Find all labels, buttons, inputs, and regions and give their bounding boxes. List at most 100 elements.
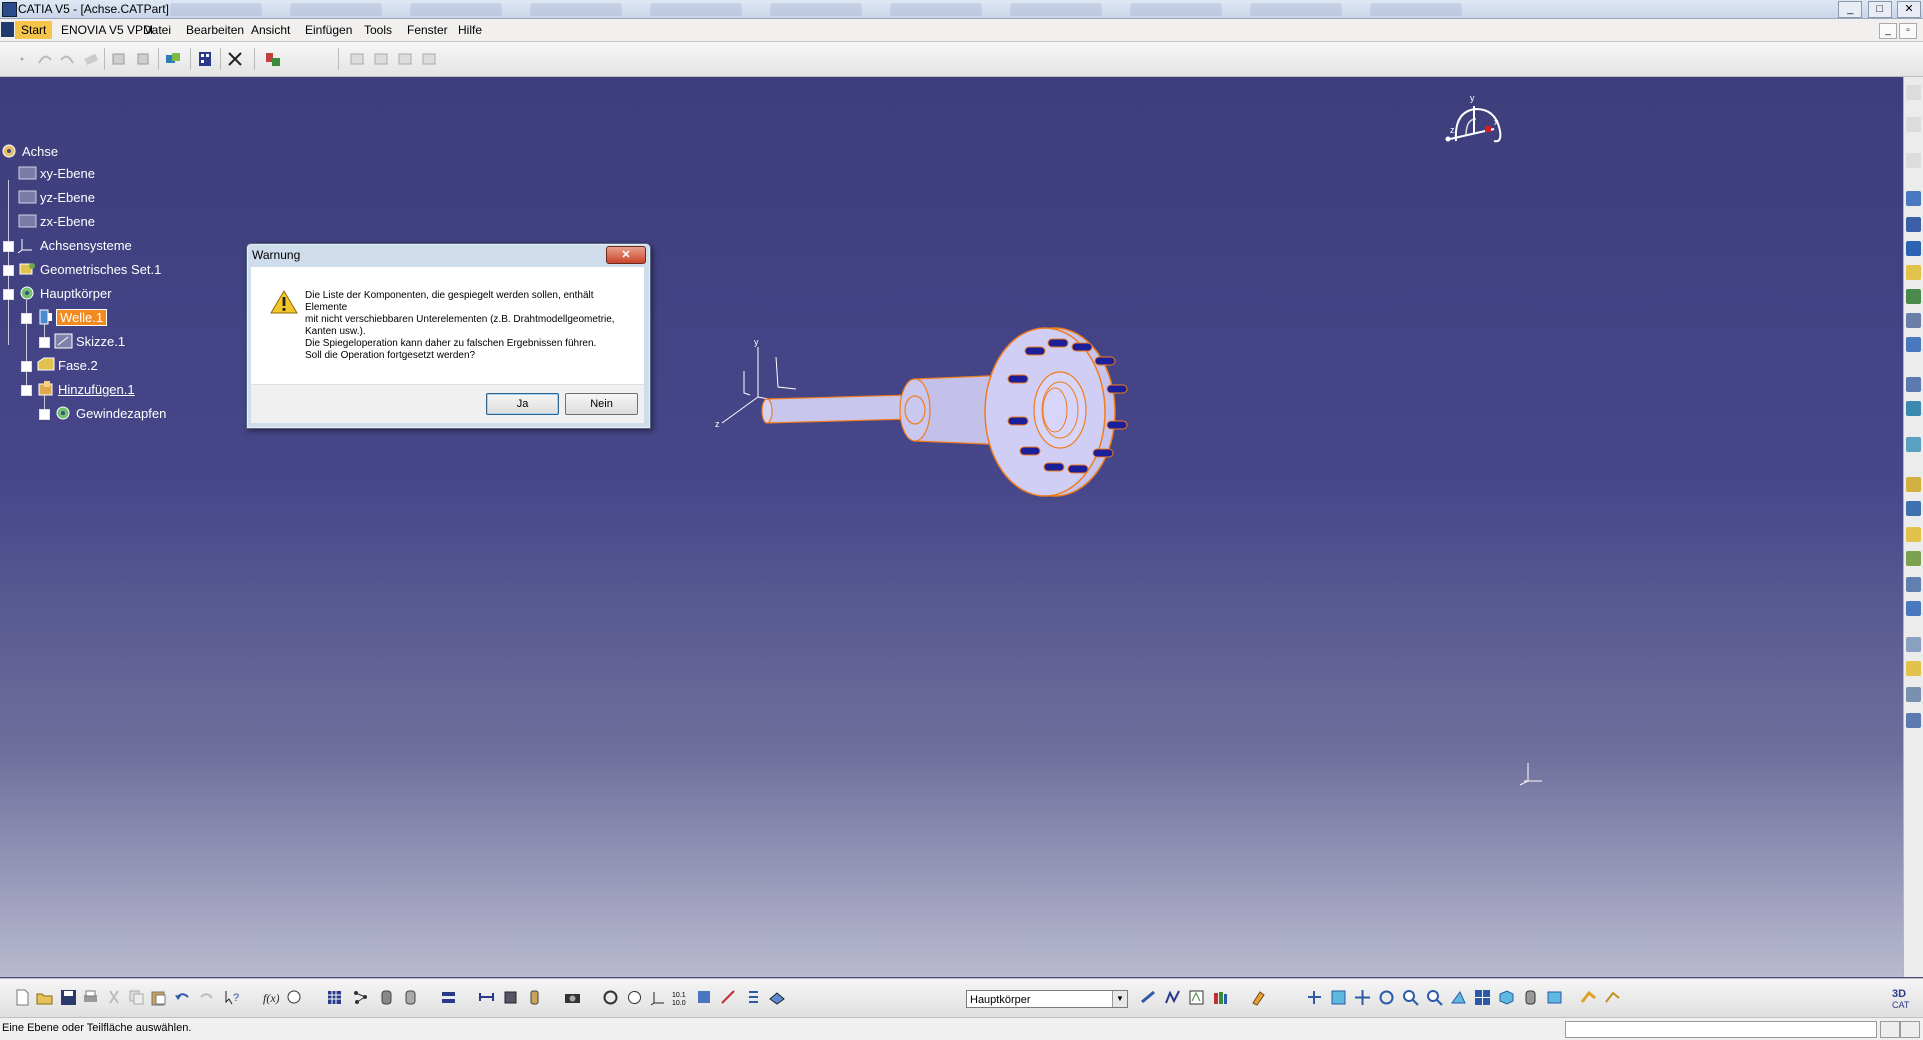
mdi-restore-button[interactable]: ▫ [1899, 23, 1917, 39]
select-icon[interactable] [1330, 989, 1347, 1006]
rt-tool-21-icon[interactable] [1906, 661, 1921, 676]
redo-icon[interactable] [198, 989, 215, 1006]
zoom-in-icon[interactable] [1402, 989, 1419, 1006]
inertia-icon[interactable] [502, 989, 519, 1006]
expand-toggle[interactable] [3, 241, 14, 252]
rt-tool-3-icon[interactable] [1906, 153, 1921, 168]
pocket-icon[interactable] [110, 50, 128, 68]
knowledge-icon[interactable] [286, 989, 303, 1006]
cut-icon[interactable] [106, 989, 123, 1006]
surface-op1-icon[interactable] [348, 50, 366, 68]
body-select-dropdown[interactable]: Hauptkörper ▼ [966, 990, 1128, 1008]
scale-icon[interactable]: 10.110.0 [672, 989, 689, 1006]
swap-icon[interactable] [440, 989, 457, 1006]
undo-icon[interactable] [174, 989, 191, 1006]
menu-tools[interactable]: Tools [364, 23, 392, 37]
tool-palette-icon[interactable] [1250, 989, 1267, 1006]
bolt-icon[interactable] [378, 989, 395, 1006]
sketcher-icon[interactable] [1580, 989, 1597, 1006]
rt-tool-17-icon[interactable] [1906, 551, 1921, 566]
collapse-toggle[interactable] [3, 289, 14, 300]
surface-op3-icon[interactable] [396, 50, 414, 68]
list-icon[interactable] [744, 989, 761, 1006]
print-icon[interactable] [82, 989, 99, 1006]
save-icon[interactable] [60, 989, 77, 1006]
formula-icon[interactable]: f(x) [262, 989, 279, 1006]
rt-tool-15-icon[interactable] [1906, 501, 1921, 516]
rt-tool-11-icon[interactable] [1906, 377, 1921, 392]
mdi-minimize-button[interactable]: _ [1879, 23, 1897, 39]
view-dropdown-icon[interactable] [696, 989, 713, 1006]
rt-tool-22-icon[interactable] [1906, 687, 1921, 702]
axis-view-icon[interactable] [650, 989, 667, 1006]
table-icon[interactable] [326, 989, 343, 1006]
mass-icon[interactable] [526, 989, 543, 1006]
surface-op4-icon[interactable] [420, 50, 438, 68]
rotate-icon[interactable] [1378, 989, 1395, 1006]
rt-tool-5-icon[interactable] [1906, 217, 1921, 232]
whats-this-icon[interactable]: ? [224, 989, 241, 1006]
status-btn-1[interactable] [1880, 1021, 1900, 1038]
rt-tool-2-icon[interactable] [1906, 117, 1921, 132]
graph-icon[interactable] [352, 989, 369, 1006]
copy-icon[interactable] [128, 989, 145, 1006]
surface-op2-icon[interactable] [372, 50, 390, 68]
menu-datei[interactable]: Datei [143, 23, 171, 37]
catalog-icon[interactable] [264, 50, 282, 68]
catia-start-icon[interactable] [1, 22, 14, 37]
undo-arc-icon[interactable] [36, 50, 54, 68]
minimize-button[interactable]: _ [1838, 1, 1863, 18]
collapse-toggle[interactable] [21, 313, 32, 324]
measure-icon[interactable] [478, 989, 495, 1006]
chevron-down-icon[interactable]: ▼ [1112, 991, 1127, 1007]
multi-view-icon[interactable] [1474, 989, 1491, 1006]
rt-tool-12-icon[interactable] [1906, 401, 1921, 416]
menu-fenster[interactable]: Fenster [407, 23, 448, 37]
rt-tool-8-icon[interactable] [1906, 289, 1921, 304]
rt-tool-23-icon[interactable] [1906, 713, 1921, 728]
books-icon[interactable] [1212, 989, 1229, 1006]
tools-dropdown-icon[interactable] [1604, 989, 1621, 1006]
shaft-icon[interactable] [134, 50, 152, 68]
rt-tool-10-icon[interactable] [1906, 337, 1921, 352]
new-file-icon[interactable] [14, 989, 31, 1006]
rt-tool-14-icon[interactable] [1906, 477, 1921, 492]
rt-tool-6-icon[interactable] [1906, 241, 1921, 256]
hide-show-icon[interactable] [1546, 989, 1563, 1006]
rt-tool-4-icon[interactable] [1906, 191, 1921, 206]
paste-icon[interactable] [150, 989, 167, 1006]
pattern-icon[interactable] [196, 50, 214, 68]
transform-icon[interactable] [164, 50, 182, 68]
rt-tool-20-icon[interactable] [1906, 637, 1921, 652]
eraser-icon[interactable] [82, 50, 100, 68]
layer-icon[interactable] [768, 989, 785, 1006]
pan-hand-icon[interactable] [626, 989, 643, 1006]
compass-icon[interactable]: y x z [1436, 91, 1510, 151]
small-dot-icon[interactable] [14, 50, 32, 68]
pan-icon[interactable] [1354, 989, 1371, 1006]
analysis-icon[interactable] [226, 50, 244, 68]
normal-view-icon[interactable] [1450, 989, 1467, 1006]
rt-tool-7-icon[interactable] [1906, 265, 1921, 280]
rt-tool-18-icon[interactable] [1906, 577, 1921, 592]
power-input-field[interactable] [1565, 1021, 1877, 1038]
expand-toggle[interactable] [39, 409, 50, 420]
rt-tool-16-icon[interactable] [1906, 527, 1921, 542]
open-folder-icon[interactable] [36, 989, 53, 1006]
status-btn-2[interactable] [1900, 1021, 1920, 1038]
close-window-button[interactable]: ✕ [1897, 1, 1921, 18]
yes-button[interactable]: Ja [486, 393, 559, 415]
iso-view-icon[interactable] [1498, 989, 1515, 1006]
expand-toggle[interactable] [3, 265, 14, 276]
zoom-out-icon[interactable] [1426, 989, 1443, 1006]
catalog-browser-icon[interactable] [1188, 989, 1205, 1006]
menu-einfuegen[interactable]: Einfügen [305, 23, 352, 37]
menu-enovia[interactable]: ENOVIA V5 VPM [61, 23, 153, 37]
rt-tool-1-icon[interactable] [1906, 85, 1921, 100]
shading-icon[interactable] [1522, 989, 1539, 1006]
3d-viewport[interactable]: y x z y x z [0, 77, 1904, 977]
bolt2-icon[interactable] [402, 989, 419, 1006]
menu-bearbeiten[interactable]: Bearbeiten [186, 23, 244, 37]
redo-arc-icon[interactable] [58, 50, 76, 68]
menu-hilfe[interactable]: Hilfe [458, 23, 482, 37]
